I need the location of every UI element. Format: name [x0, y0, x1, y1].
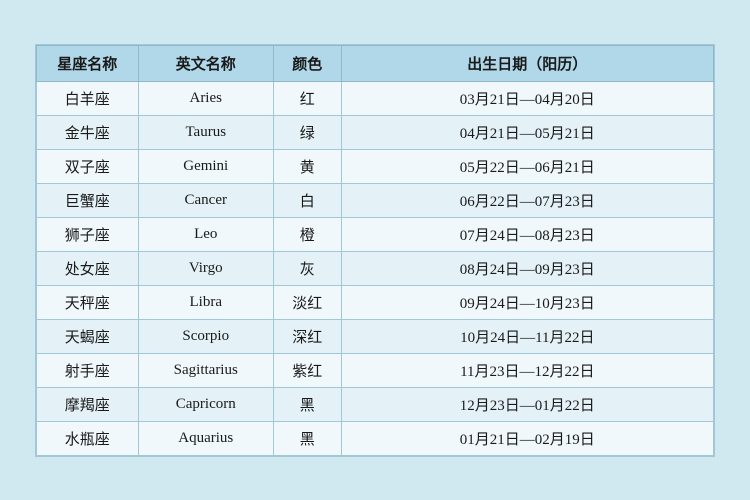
zodiac-table-container: 星座名称 英文名称 颜色 出生日期（阳历） 白羊座Aries红03月21日—04…	[35, 44, 715, 457]
header-date: 出生日期（阳历）	[341, 45, 713, 81]
cell-english: Sagittarius	[138, 353, 273, 387]
cell-date: 04月21日—05月21日	[341, 115, 713, 149]
table-row: 水瓶座Aquarius黑01月21日—02月19日	[37, 421, 714, 455]
cell-chinese: 狮子座	[37, 217, 139, 251]
cell-english: Gemini	[138, 149, 273, 183]
table-row: 双子座Gemini黄05月22日—06月21日	[37, 149, 714, 183]
cell-date: 06月22日—07月23日	[341, 183, 713, 217]
table-row: 摩羯座Capricorn黑12月23日—01月22日	[37, 387, 714, 421]
header-english: 英文名称	[138, 45, 273, 81]
cell-color: 黑	[273, 387, 341, 421]
cell-chinese: 射手座	[37, 353, 139, 387]
table-row: 射手座Sagittarius紫红11月23日—12月22日	[37, 353, 714, 387]
table-row: 巨蟹座Cancer白06月22日—07月23日	[37, 183, 714, 217]
cell-chinese: 摩羯座	[37, 387, 139, 421]
table-row: 金牛座Taurus绿04月21日—05月21日	[37, 115, 714, 149]
cell-english: Leo	[138, 217, 273, 251]
cell-date: 12月23日—01月22日	[341, 387, 713, 421]
cell-chinese: 巨蟹座	[37, 183, 139, 217]
cell-english: Capricorn	[138, 387, 273, 421]
cell-date: 01月21日—02月19日	[341, 421, 713, 455]
cell-color: 灰	[273, 251, 341, 285]
cell-chinese: 白羊座	[37, 81, 139, 115]
cell-english: Aries	[138, 81, 273, 115]
cell-color: 白	[273, 183, 341, 217]
cell-color: 黑	[273, 421, 341, 455]
cell-color: 橙	[273, 217, 341, 251]
table-row: 天秤座Libra淡红09月24日—10月23日	[37, 285, 714, 319]
header-chinese: 星座名称	[37, 45, 139, 81]
table-row: 白羊座Aries红03月21日—04月20日	[37, 81, 714, 115]
cell-color: 红	[273, 81, 341, 115]
cell-color: 深红	[273, 319, 341, 353]
cell-date: 11月23日—12月22日	[341, 353, 713, 387]
cell-chinese: 双子座	[37, 149, 139, 183]
cell-english: Libra	[138, 285, 273, 319]
cell-color: 黄	[273, 149, 341, 183]
cell-english: Taurus	[138, 115, 273, 149]
cell-date: 09月24日—10月23日	[341, 285, 713, 319]
cell-date: 05月22日—06月21日	[341, 149, 713, 183]
header-color: 颜色	[273, 45, 341, 81]
cell-chinese: 水瓶座	[37, 421, 139, 455]
cell-english: Virgo	[138, 251, 273, 285]
cell-chinese: 天秤座	[37, 285, 139, 319]
cell-english: Aquarius	[138, 421, 273, 455]
cell-color: 紫红	[273, 353, 341, 387]
cell-color: 绿	[273, 115, 341, 149]
table-row: 天蝎座Scorpio深红10月24日—11月22日	[37, 319, 714, 353]
cell-chinese: 天蝎座	[37, 319, 139, 353]
cell-chinese: 金牛座	[37, 115, 139, 149]
table-row: 狮子座Leo橙07月24日—08月23日	[37, 217, 714, 251]
table-header-row: 星座名称 英文名称 颜色 出生日期（阳历）	[37, 45, 714, 81]
cell-date: 07月24日—08月23日	[341, 217, 713, 251]
zodiac-table: 星座名称 英文名称 颜色 出生日期（阳历） 白羊座Aries红03月21日—04…	[36, 45, 714, 456]
cell-date: 10月24日—11月22日	[341, 319, 713, 353]
cell-english: Cancer	[138, 183, 273, 217]
cell-chinese: 处女座	[37, 251, 139, 285]
cell-color: 淡红	[273, 285, 341, 319]
cell-english: Scorpio	[138, 319, 273, 353]
cell-date: 08月24日—09月23日	[341, 251, 713, 285]
table-row: 处女座Virgo灰08月24日—09月23日	[37, 251, 714, 285]
cell-date: 03月21日—04月20日	[341, 81, 713, 115]
